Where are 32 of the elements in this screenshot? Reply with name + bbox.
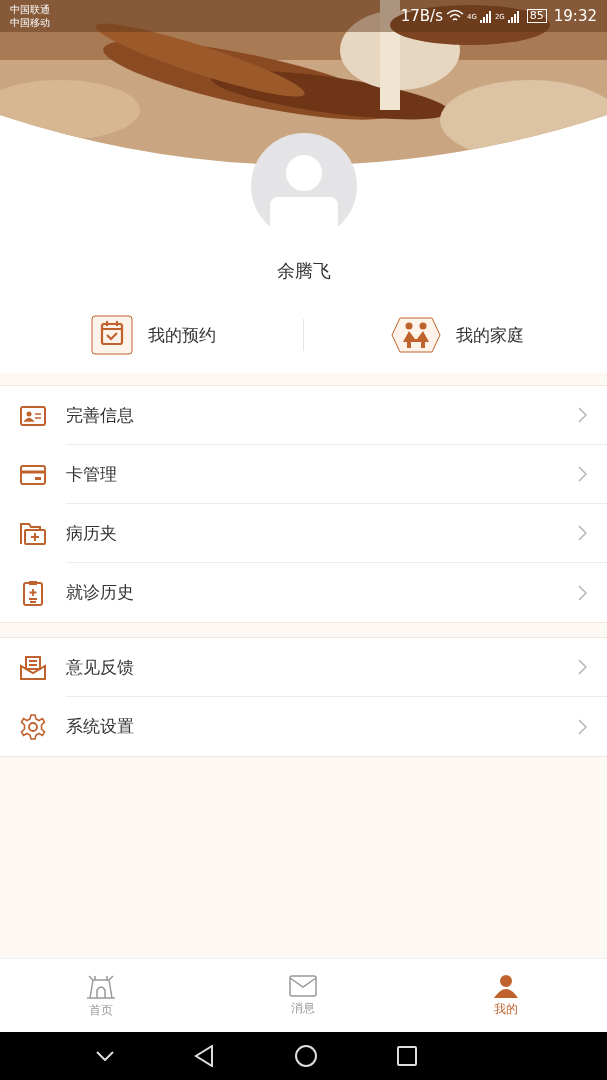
recent-apps-icon[interactable] [397, 1046, 417, 1066]
chevron-right-icon [578, 466, 587, 482]
signal-icon [479, 9, 492, 23]
chevron-right-icon [578, 584, 587, 601]
chevron-down-icon[interactable] [96, 1051, 114, 1061]
envelope-letter-icon [20, 655, 46, 680]
person-icon [493, 973, 518, 998]
signal-icon [507, 9, 520, 23]
settings-icon [20, 713, 46, 740]
user-name: 余腾飞 [276, 259, 331, 283]
carrier-name: 中国移动 [10, 16, 50, 29]
chevron-right-icon [578, 525, 587, 541]
gate-icon [86, 972, 117, 999]
chevron-right-icon [578, 659, 587, 675]
carrier-name: 中国联通 [10, 3, 50, 16]
quick-link[interactable]: 我的家庭 [304, 304, 607, 366]
chevron-right-icon [578, 407, 587, 423]
network-speed: 17B/s [400, 7, 443, 25]
avatar-icon [250, 133, 357, 239]
id-card-icon [20, 405, 46, 426]
clock: 19:32 [553, 7, 597, 25]
clipboard-icon [22, 579, 44, 606]
battery-level: 85 [526, 9, 547, 23]
wifi-icon [446, 9, 464, 23]
mail-icon [289, 974, 318, 997]
back-icon[interactable] [194, 1045, 215, 1067]
card-icon [20, 464, 46, 485]
chevron-right-icon [578, 718, 587, 735]
tab[interactable]: 我的 [404, 959, 607, 1032]
home-icon[interactable] [294, 1045, 317, 1067]
folder-plus-icon [20, 522, 46, 545]
quick-link[interactable]: 我的预约 [0, 304, 303, 366]
